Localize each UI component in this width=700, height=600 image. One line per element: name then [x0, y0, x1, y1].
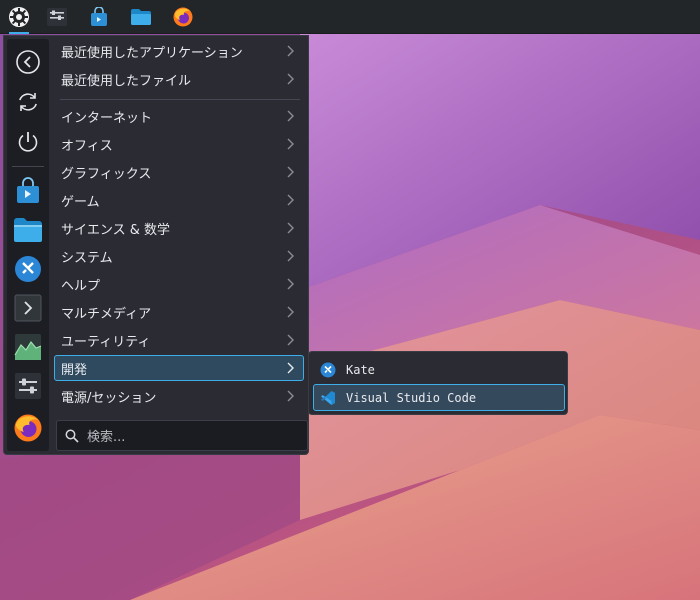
category-item-label: グラフィックス	[61, 166, 152, 182]
chevron-right-icon	[287, 222, 294, 234]
development-submenu: Kate Visual Studio Code	[308, 351, 568, 415]
category-item-label: ユーティリティ	[61, 334, 151, 350]
chevron-right-icon	[287, 390, 294, 402]
store-bag-icon	[91, 7, 107, 26]
launcher-sidebar	[7, 39, 49, 451]
chevron-right-icon	[287, 45, 294, 57]
shutdown-button[interactable]	[11, 125, 45, 159]
application-launcher-menu: 最近使用したアプリケーション 最近使用したファイル インターネット オフィスグラフィッ…	[3, 35, 309, 455]
category-item-utilities[interactable]: ユーティリティ	[54, 327, 304, 353]
top-panel	[0, 0, 700, 34]
settings-sliders-icon	[47, 8, 67, 26]
category-item-office[interactable]: オフィス	[54, 131, 304, 157]
kde-app-icon	[15, 256, 41, 282]
category-item-recent-files[interactable]: 最近使用したファイル	[54, 66, 304, 92]
panel-dolphin-button[interactable]	[125, 2, 157, 32]
chevron-right-icon	[287, 166, 294, 178]
submenu-item-kate[interactable]: Kate	[313, 356, 565, 383]
category-item-label: 電源/セッション	[61, 390, 157, 406]
sidebar-discover-button[interactable]	[11, 174, 45, 208]
folder-icon	[131, 9, 151, 25]
chevron-right-icon	[287, 138, 294, 150]
category-item-internet[interactable]: インターネット	[54, 103, 304, 129]
chevron-right-icon	[287, 194, 294, 206]
store-bag-icon	[17, 177, 39, 203]
category-item-graphics[interactable]: グラフィックス	[54, 159, 304, 185]
search-field[interactable]: 検索...	[56, 420, 308, 451]
panel-system-settings-button[interactable]	[41, 2, 73, 32]
back-button[interactable]	[11, 45, 45, 79]
category-item-label: 開発	[61, 362, 88, 378]
chevron-right-icon	[287, 278, 294, 290]
search-icon	[65, 429, 79, 443]
back-arrow-icon	[16, 50, 40, 74]
panel-firefox-button[interactable]	[167, 2, 199, 32]
submenu-item-label: Kate	[346, 362, 375, 377]
terminal-icon	[14, 294, 42, 322]
power-icon	[18, 132, 38, 152]
category-item-label: 最近使用したファイル	[61, 73, 192, 89]
category-item-label: ヘルプ	[61, 278, 101, 294]
kate-icon	[320, 362, 336, 377]
submenu-item-label: Visual Studio Code	[346, 390, 477, 405]
chevron-right-icon	[287, 334, 294, 346]
sidebar-system-settings-button[interactable]	[11, 369, 45, 403]
settings-sliders-icon	[15, 373, 41, 399]
restart-button[interactable]	[11, 85, 45, 119]
category-item-recent-apps[interactable]: 最近使用したアプリケーション	[54, 38, 304, 64]
firefox-icon	[14, 414, 42, 442]
category-item-label: 最近使用したアプリケーション	[61, 45, 243, 61]
category-item-label: インターネット	[61, 110, 153, 126]
sidebar-dolphin-button[interactable]	[11, 213, 45, 247]
sidebar-konsole-button[interactable]	[11, 291, 45, 325]
submenu-item-vscode[interactable]: Visual Studio Code	[313, 384, 565, 411]
category-item-games[interactable]: ゲーム	[54, 187, 304, 213]
system-monitor-icon	[14, 334, 42, 360]
restart-icon	[19, 93, 37, 111]
category-item-label: システム	[61, 250, 113, 266]
category-separator	[60, 99, 300, 100]
category-item-power-session[interactable]: 電源/セッション	[54, 383, 304, 409]
category-item-system[interactable]: システム	[54, 243, 304, 269]
sidebar-firefox-button[interactable]	[11, 411, 45, 445]
category-item-help[interactable]: ヘルプ	[54, 271, 304, 297]
chevron-right-icon	[287, 73, 294, 85]
panel-discover-button[interactable]	[83, 2, 115, 32]
category-item-label: ゲーム	[61, 194, 100, 210]
category-item-label: オフィス	[61, 138, 113, 154]
chevron-right-icon	[287, 250, 294, 262]
vscode-icon	[321, 390, 335, 405]
category-item-science-math[interactable]: サイエンス & 数学	[54, 215, 304, 241]
sidebar-kde-app-button[interactable]	[11, 252, 45, 286]
application-launcher-button[interactable]	[3, 2, 35, 34]
folder-icon	[14, 218, 42, 242]
search-placeholder: 検索...	[87, 430, 126, 445]
category-item-label: サイエンス & 数学	[61, 222, 171, 238]
category-item-label: マルチメディア	[61, 306, 152, 322]
kde-launcher-icon	[9, 7, 29, 27]
chevron-right-icon	[287, 362, 294, 374]
chevron-right-icon	[287, 306, 294, 318]
chevron-right-icon	[287, 110, 294, 122]
firefox-icon	[173, 7, 193, 27]
sidebar-separator	[12, 166, 44, 167]
category-list: 最近使用したアプリケーション 最近使用したファイル インターネット オフィスグラフィッ…	[52, 36, 308, 416]
category-item-multimedia[interactable]: マルチメディア	[54, 299, 304, 325]
category-item-development[interactable]: 開発	[54, 355, 304, 381]
sidebar-system-monitor-button[interactable]	[11, 330, 45, 364]
